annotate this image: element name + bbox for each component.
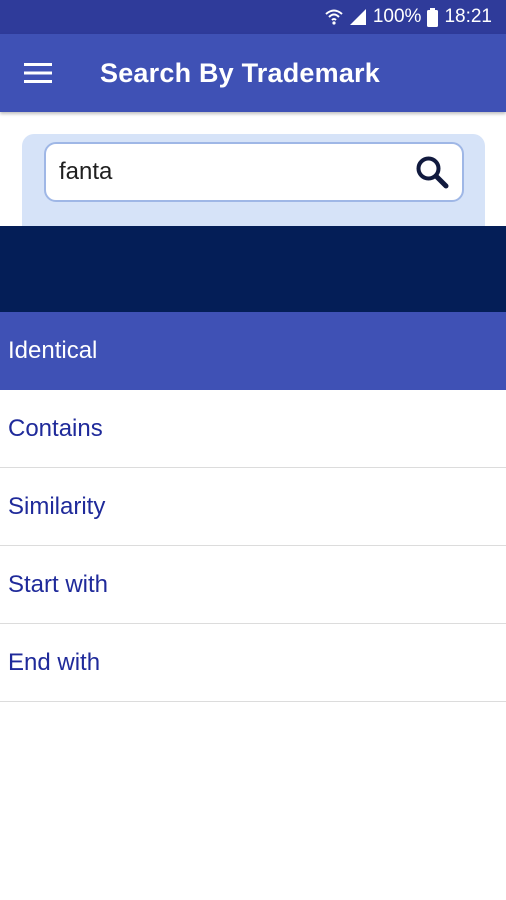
status-bar: 100% 18:21 [0, 0, 506, 34]
hamburger-menu-icon [24, 63, 52, 83]
option-start-with[interactable]: Start with [0, 546, 506, 624]
wifi-icon [325, 8, 343, 26]
search-input[interactable] [46, 144, 406, 200]
menu-button[interactable] [0, 34, 78, 112]
option-identical[interactable]: Identical [0, 312, 506, 390]
header-band [0, 226, 506, 312]
page-title: Search By Trademark [100, 57, 380, 88]
battery-percent: 100% [372, 6, 422, 27]
option-end-with[interactable]: End with [0, 624, 506, 702]
app-bar: Search By Trademark [0, 34, 506, 112]
option-contains[interactable]: Contains [0, 390, 506, 468]
clock: 18:21 [444, 6, 492, 27]
battery-icon [427, 7, 439, 27]
search-box [44, 142, 464, 202]
search-button[interactable] [406, 144, 458, 200]
search-panel [22, 134, 485, 226]
option-similarity[interactable]: Similarity [0, 468, 506, 546]
search-icon [416, 156, 449, 189]
signal-icon [349, 8, 367, 26]
search-type-list: Identical Contains Similarity Start with… [0, 312, 506, 702]
